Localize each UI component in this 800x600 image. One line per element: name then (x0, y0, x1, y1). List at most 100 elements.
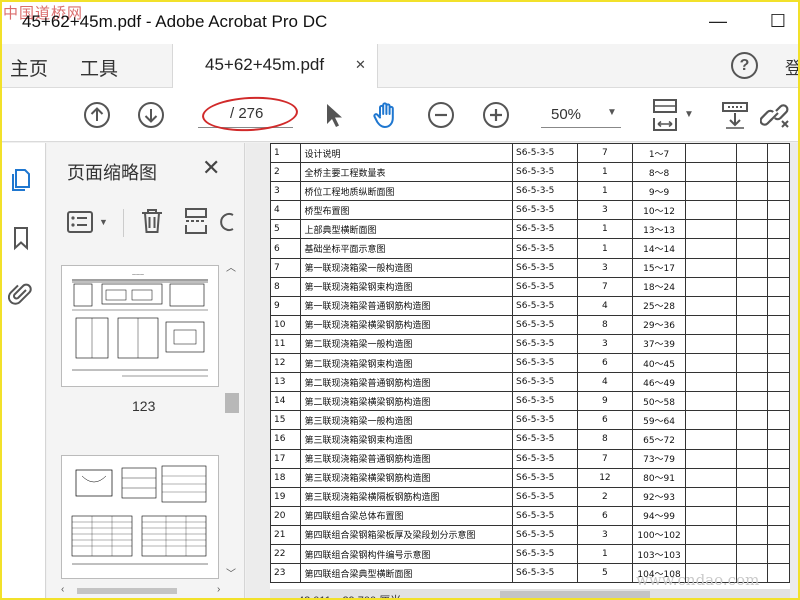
page-count-cell: 4 (577, 295, 633, 316)
page-count-cell: 3 (577, 524, 633, 545)
drawing-code-cell: S6-5-3-5 (512, 467, 579, 488)
page-count-cell: 8 (577, 429, 633, 450)
maximize-button[interactable]: ☐ (765, 8, 791, 34)
table-row: 16 第三联现浇箱梁钢束构造图 S6-5-3-5 8 65～72 (270, 429, 790, 450)
empty-cell (735, 238, 768, 259)
empty-cell (685, 524, 737, 545)
empty-cell (735, 429, 768, 450)
drawing-name-cell: 第二联现浇箱梁一般构造图 (300, 333, 514, 355)
empty-cell (685, 410, 737, 431)
table-row: 4 桥型布置图 S6-5-3-5 3 10～12 (270, 200, 790, 221)
minimize-button[interactable]: — (705, 8, 731, 34)
scroll-up-icon[interactable]: ︿ (226, 259, 236, 274)
page-range-cell: 10～12 (631, 200, 687, 221)
zoom-dropdown[interactable]: 50% ▼ (537, 101, 621, 129)
drawing-name-cell: 第一联现浇箱梁普通钢筋构造图 (300, 295, 514, 316)
drawing-name-cell: 第三联现浇箱梁普通钢筋构造图 (300, 448, 514, 469)
table-row: 17 第三联现浇箱梁普通钢筋构造图 S6-5-3-5 7 73～79 (270, 448, 790, 469)
drawing-code-cell: S6-5-3-5 (512, 505, 579, 526)
empty-cell (766, 181, 790, 202)
page-range-cell: 15～17 (631, 257, 687, 278)
page-range-cell: 50～58 (631, 391, 687, 412)
empty-cell (735, 391, 768, 412)
link-icon[interactable] (760, 101, 792, 129)
empty-cell (685, 314, 737, 335)
extract-pages-icon[interactable] (183, 207, 209, 235)
table-row: 22 第四联组合梁钢构件编号示意图 S6-5-3-5 1 103～103 (270, 543, 790, 565)
tab-home[interactable]: 主页 (10, 54, 48, 81)
empty-cell (685, 295, 737, 316)
empty-cell (685, 372, 737, 393)
drawing-name-cell: 第一联现浇箱梁横梁钢筋构造图 (300, 314, 514, 335)
sign-in-link[interactable]: 登 (785, 54, 800, 79)
h-scrollbar-thumb[interactable] (77, 588, 177, 594)
chevron-down-icon: ▼ (607, 107, 617, 118)
page-count-cell: 3 (577, 333, 633, 355)
drawing-code-cell: S6-5-3-5 (512, 333, 579, 355)
options-menu-icon[interactable] (67, 209, 97, 235)
drawing-code-cell: S6-5-3-5 (512, 524, 579, 545)
thumbnails-scrollbar[interactable]: ︿ ﹀ (221, 255, 241, 585)
tab-bar: 主页 工具 45+62+45m.pdf ✕ ? 登 (0, 44, 800, 88)
drawing-index-table: 1 设计说明 S6-5-3-5 7 1～7 2 全桥主要工程数量表 S6-5-3-5 1 8～8 3… (270, 143, 790, 584)
fit-page-icon[interactable] (650, 98, 680, 132)
arrow-up-circle-icon[interactable] (83, 101, 111, 129)
tab-document[interactable]: 45+62+45m.pdf ✕ (172, 44, 378, 88)
drawing-code-cell: S6-5-3-5 (512, 372, 579, 393)
table-row: 14 第二联现浇箱梁横梁钢筋构造图 S6-5-3-5 9 50～58 (270, 391, 790, 412)
drawing-code-cell: S6-5-3-5 (512, 563, 579, 584)
fit-menu-chevron-icon[interactable]: ▼ (684, 109, 694, 120)
table-row: 10 第一联现浇箱梁横梁钢筋构造图 S6-5-3-5 8 29～36 (270, 314, 790, 335)
page-thumbnail-123[interactable]: ——— (61, 265, 219, 387)
row-number-cell: 3 (270, 181, 302, 202)
drawing-code-cell: S6-5-3-5 (512, 276, 579, 297)
scrollbar-thumb[interactable] (225, 393, 239, 413)
pdf-page: 1 设计说明 S6-5-3-5 7 1～7 2 全桥主要工程数量表 S6-5-3-5 1 8～8 3… (270, 143, 790, 589)
thumbnails-horizontal-scrollbar[interactable]: ‹ › (47, 584, 245, 598)
empty-cell (735, 486, 768, 507)
empty-cell (735, 162, 768, 183)
scroll-down-icon[interactable]: ﹀ (226, 565, 236, 580)
table-row: 3 桥位工程地质纵断面图 S6-5-3-5 1 9～9 (270, 181, 790, 202)
drawing-code-cell: S6-5-3-5 (512, 143, 579, 164)
page-count-cell: 6 (577, 353, 633, 374)
scroll-right-icon[interactable]: › (217, 584, 220, 595)
page-range-cell: 13～13 (631, 219, 687, 240)
empty-cell (766, 162, 790, 183)
row-number-cell: 13 (270, 372, 302, 393)
row-number-cell: 12 (270, 353, 302, 374)
page-thumbnails-icon[interactable] (8, 167, 34, 193)
drawing-name-cell: 第一联现浇箱梁钢束构造图 (300, 276, 514, 297)
scroll-mode-icon[interactable] (720, 101, 750, 129)
zoom-out-icon[interactable] (427, 101, 455, 129)
bookmark-icon[interactable] (8, 225, 34, 251)
document-view[interactable]: 1 设计说明 S6-5-3-5 7 1～7 2 全桥主要工程数量表 S6-5-3-5 1 8～8 3… (246, 143, 800, 600)
empty-cell (735, 333, 768, 355)
cursor-icon[interactable] (320, 101, 348, 129)
row-number-cell: 1 (270, 143, 302, 164)
scroll-left-icon[interactable]: ‹ (61, 584, 64, 595)
empty-cell (766, 295, 790, 316)
table-row: 8 第一联现浇箱梁钢束构造图 S6-5-3-5 7 18～24 (270, 276, 790, 297)
options-chevron-icon[interactable]: ▼ (99, 217, 108, 227)
empty-cell (685, 543, 737, 565)
page-range-cell: 37～39 (631, 333, 687, 355)
empty-cell (685, 162, 737, 183)
toolbar: / 276 50% ▼ ▼ (0, 88, 800, 142)
arrow-down-circle-icon[interactable] (137, 101, 165, 129)
tab-tools[interactable]: 工具 (80, 54, 118, 81)
hand-icon[interactable] (371, 101, 403, 129)
document-scrollbar-thumb[interactable] (500, 591, 650, 598)
drawing-name-cell: 桥位工程地质纵断面图 (300, 181, 514, 202)
row-number-cell: 20 (270, 505, 302, 526)
help-icon[interactable]: ? (731, 52, 758, 79)
rotate-icon[interactable] (219, 209, 237, 235)
trash-icon[interactable] (139, 207, 165, 235)
drawing-name-cell: 第四联组合梁钢构件编号示意图 (300, 543, 514, 565)
attachment-icon[interactable] (8, 281, 34, 307)
close-panel-icon[interactable]: ✕ (202, 155, 220, 181)
zoom-in-icon[interactable] (482, 101, 510, 129)
empty-cell (766, 410, 790, 431)
page-thumbnail-124[interactable] (61, 455, 219, 579)
close-tab-icon[interactable]: ✕ (355, 57, 366, 73)
